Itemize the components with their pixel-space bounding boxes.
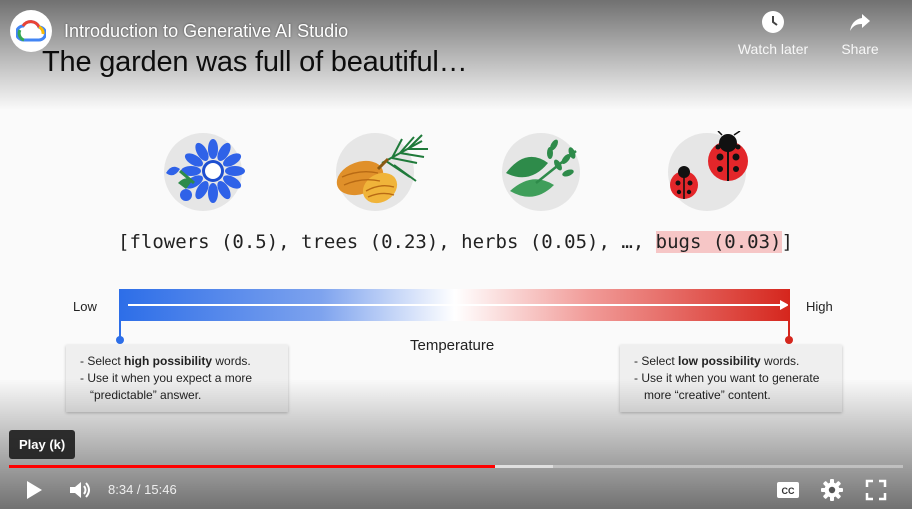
high-note-line-2: - Use it when you want to generate [634, 371, 820, 385]
google-cloud-logo-icon [16, 20, 46, 42]
play-button[interactable] [18, 476, 50, 504]
settings-button[interactable] [818, 476, 846, 504]
high-tick-line [788, 289, 790, 339]
volume-icon [70, 482, 90, 498]
low-tick-dot [116, 336, 124, 344]
slide-heading: The garden was full of beautiful… [42, 46, 468, 78]
time-display: 8:34 / 15:46 [108, 482, 177, 497]
list-open-bracket: [ [118, 231, 130, 253]
fullscreen-icon [865, 479, 887, 501]
high-note-line-1: - Select low possibility words. [634, 354, 800, 368]
highlighted-probability: bugs (0.03) [655, 231, 782, 253]
low-note-line-3: “predictable” answer. [90, 388, 202, 402]
temperature-label: Temperature [410, 337, 495, 354]
temperature-arrow [128, 304, 782, 306]
high-temperature-note: - Select low possibility words. - Use it… [620, 345, 842, 412]
list-close-bracket: ] [781, 231, 793, 253]
share-label: Share [841, 41, 879, 57]
subtitles-button[interactable]: CC [774, 476, 802, 504]
low-note-line-2: - Use it when you expect a more [80, 371, 253, 385]
temperature-low-label: Low [73, 299, 97, 314]
video-title[interactable]: Introduction to Generative AI Studio [64, 21, 348, 42]
high-tick-dot [785, 336, 793, 344]
share-button[interactable]: Share [820, 10, 900, 57]
play-tooltip: Play (k) [9, 430, 76, 459]
fullscreen-button[interactable] [862, 476, 890, 504]
clock-icon [762, 11, 784, 33]
video-frame[interactable]: The garden was full of beautiful… [flowe… [0, 0, 912, 509]
share-icon [850, 14, 870, 31]
video-player[interactable]: The garden was full of beautiful… [flowe… [0, 0, 912, 509]
channel-avatar[interactable] [10, 10, 52, 52]
low-tick-line [119, 289, 121, 339]
flower-icon [164, 133, 245, 211]
low-note-line-1: - Select high possibility words. [80, 354, 251, 368]
gear-icon [821, 479, 843, 501]
probability-list: [flowers (0.5), trees (0.23), herbs (0.0… [118, 231, 793, 253]
play-icon [27, 481, 42, 499]
watch-later-label: Watch later [737, 41, 809, 57]
watch-later-button[interactable]: Watch later [733, 10, 813, 57]
progress-bar[interactable] [9, 465, 903, 468]
low-temperature-note: - Select high possibility words. - Use i… [66, 345, 288, 412]
pinecone-icon [336, 133, 428, 211]
ladybug-icon [668, 131, 748, 211]
temperature-high-label: High [806, 299, 833, 314]
progress-played [9, 465, 496, 468]
closed-captions-icon: CC [777, 482, 799, 498]
mute-button[interactable] [64, 476, 98, 504]
svg-text:CC: CC [782, 486, 795, 496]
herbs-icon [502, 133, 580, 211]
probability-items: flowers (0.5), trees (0.23), herbs (0.05… [129, 231, 656, 253]
high-note-line-3: more “creative” content. [644, 388, 771, 402]
